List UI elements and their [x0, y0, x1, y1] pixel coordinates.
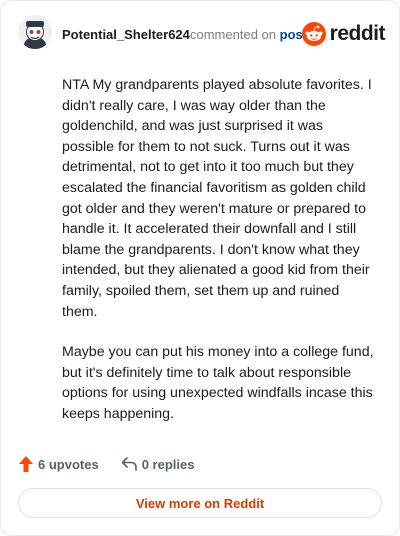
- comment-author[interactable]: Potential_Shelter624: [62, 27, 190, 42]
- snoo-avatar-icon[interactable]: [18, 15, 52, 49]
- upvote-count: 6 upvotes: [38, 456, 99, 472]
- replies-button[interactable]: 0 replies: [121, 456, 195, 472]
- reddit-wordmark: reddit: [329, 22, 386, 45]
- comment-header: Potential_Shelter624 commented on post r…: [18, 15, 386, 55]
- reply-arrow-icon: [121, 457, 137, 471]
- reddit-logo[interactable]: reddit: [301, 21, 386, 47]
- reddit-logo-icon: [301, 22, 326, 46]
- commented-on-label: commented on: [190, 27, 276, 42]
- comment-body: NTA My grandparents played absolute favo…: [62, 75, 376, 445]
- comment-paragraph-1: NTA My grandparents played absolute favo…: [62, 77, 372, 320]
- comment-meta: commented on post: [190, 27, 307, 42]
- view-more-button[interactable]: View more on Reddit: [18, 488, 382, 518]
- embedded-comment-card: Potential_Shelter624 commented on post r…: [0, 0, 400, 536]
- reply-count: 0 replies: [141, 456, 195, 472]
- comment-paragraph-2: Maybe you can put his money into a colle…: [62, 344, 374, 422]
- upvote-button[interactable]: 6 upvotes: [19, 456, 99, 472]
- comment-actions: 6 upvotes 0 replies: [19, 453, 194, 475]
- upvote-arrow-icon: [19, 456, 33, 472]
